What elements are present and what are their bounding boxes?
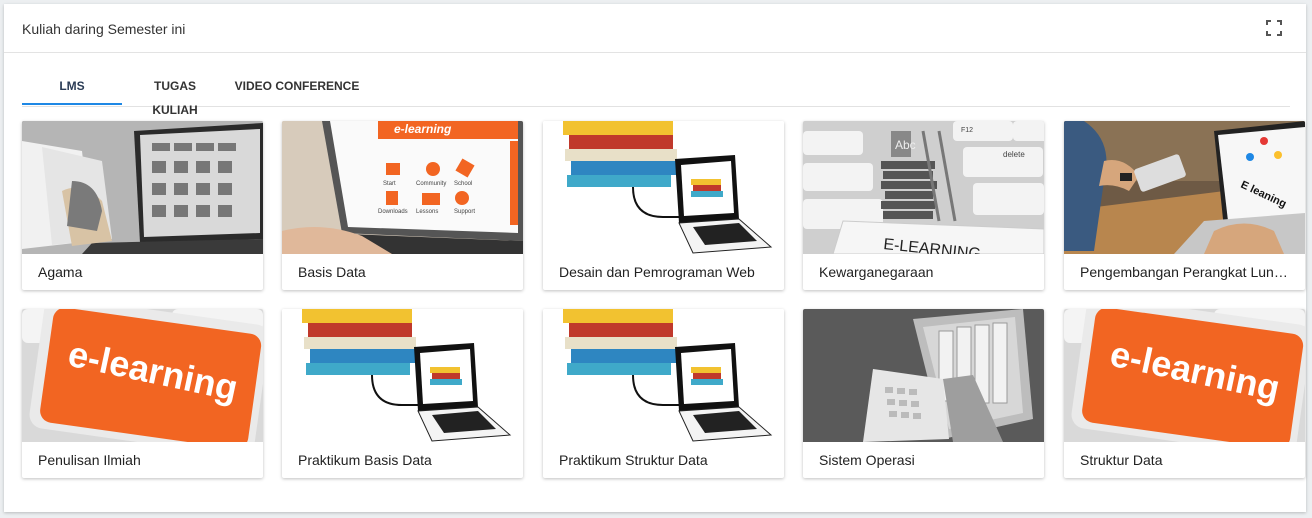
course-name: Praktikum Struktur Data: [559, 452, 708, 468]
tab-lms[interactable]: LMS: [22, 74, 122, 106]
tab-video-conference[interactable]: VIDEO CONFERENCE: [234, 74, 360, 106]
menu-text-downloads: Downloads: [378, 209, 408, 215]
course-thumbnail: E-LEARNING delete F12 Abc: [803, 121, 1044, 254]
course-name: Desain dan Pemrograman Web: [559, 264, 755, 280]
course-name: Agama: [38, 264, 83, 280]
course-name: Pengembangan Perangkat Lun…: [1080, 264, 1288, 280]
course-card-praktikum-struktur-data[interactable]: Praktikum Struktur Data: [543, 309, 784, 478]
course-name: Praktikum Basis Data: [298, 452, 432, 468]
menu-text-lessons: Lessons: [416, 209, 438, 215]
course-card-agama[interactable]: Agama: [22, 121, 263, 290]
course-card-desain-web[interactable]: Desain dan Pemrograman Web: [543, 121, 784, 290]
course-card-sistem-operasi[interactable]: Sistem Operasi: [803, 309, 1044, 478]
course-thumbnail: E leaning: [1064, 121, 1305, 254]
course-thumbnail: [543, 121, 784, 254]
fullscreen-icon[interactable]: [1266, 20, 1282, 36]
tab-tugas-kuliah[interactable]: TUGAS KULIAH: [130, 74, 220, 117]
course-tabs: LMS TUGAS KULIAH VIDEO CONFERENCE: [22, 74, 1290, 117]
course-name: Penulisan Ilmiah: [38, 452, 141, 468]
menu-text-support: Support: [454, 209, 475, 215]
course-thumbnail: e-learning: [22, 309, 263, 442]
course-card-struktur-data[interactable]: e-learning Struktur Data: [1064, 309, 1305, 478]
courses-panel: Kuliah daring Semester ini LMS TUGAS KUL…: [4, 4, 1306, 512]
course-thumbnail: e-learning Start Community School Downlo…: [282, 121, 523, 254]
menu-text-start: Start: [383, 181, 396, 187]
course-card-praktikum-basis-data[interactable]: Praktikum Basis Data: [282, 309, 523, 478]
key-label-f12: F12: [961, 127, 973, 134]
course-card-basis-data[interactable]: e-learning Start Community School Downlo…: [282, 121, 523, 290]
course-card-penulisan-ilmiah[interactable]: e-learning Penulisan Ilmiah: [22, 309, 263, 478]
course-name: Struktur Data: [1080, 452, 1163, 468]
menu-text-community: Community: [416, 181, 446, 187]
key-label-abc: Abc: [895, 138, 916, 152]
course-thumbnail: e-learning: [1064, 309, 1305, 442]
active-tab-indicator: [22, 103, 122, 105]
key-label-delete: delete: [1003, 150, 1025, 159]
menu-text-school: School: [454, 181, 472, 187]
panel-header: Kuliah daring Semester ini: [4, 4, 1306, 53]
course-card-kewarganegaraan[interactable]: E-LEARNING delete F12 Abc Kewarganegaraa…: [803, 121, 1044, 290]
panel-title: Kuliah daring Semester ini: [22, 21, 186, 37]
course-card-pengembangan-perangkat-lunak[interactable]: E leaning Pengembangan Perangkat Lun…: [1064, 121, 1305, 290]
course-name: Kewarganegaraan: [819, 264, 934, 280]
course-name: Sistem Operasi: [819, 452, 915, 468]
course-name: Basis Data: [298, 264, 366, 280]
course-thumbnail: [803, 309, 1044, 442]
course-thumbnail: [543, 309, 784, 442]
course-thumbnail: [22, 121, 263, 254]
screen-brand-text: e-learning: [394, 122, 452, 136]
course-thumbnail: [282, 309, 523, 442]
